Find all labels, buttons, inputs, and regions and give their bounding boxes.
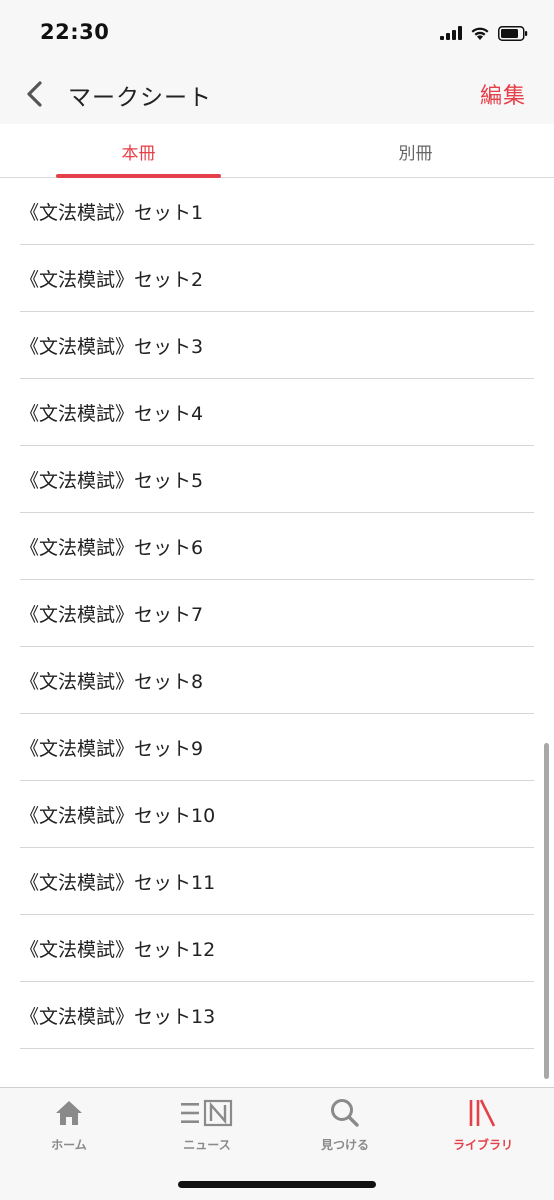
cellular-signal-icon bbox=[440, 26, 462, 40]
list-item-label: 《文法模試》セット7 bbox=[20, 603, 204, 626]
tab-bar-item-discover[interactable]: 見つける bbox=[276, 1096, 414, 1156]
list-item-label: 《文法模試》セット5 bbox=[20, 469, 204, 492]
home-indicator[interactable] bbox=[178, 1181, 376, 1188]
list-item-set-10[interactable]: 《文法模試》セット10 bbox=[20, 781, 534, 848]
list-item-label: 《文法模試》セット9 bbox=[20, 737, 204, 760]
tab-bar-item-home[interactable]: ホーム bbox=[0, 1096, 138, 1156]
list-item-label: 《文法模試》セット6 bbox=[20, 536, 204, 559]
home-icon bbox=[56, 1101, 82, 1125]
list-item-set-4[interactable]: 《文法模試》セット4 bbox=[20, 379, 534, 446]
tab-bar-label: ホーム bbox=[51, 1138, 87, 1152]
tab-bar-item-library[interactable]: ライブラリ bbox=[414, 1096, 552, 1156]
chevron-left-icon bbox=[27, 81, 42, 107]
page-title: マークシート bbox=[68, 85, 212, 111]
list-item-set-2[interactable]: 《文法模試》セット2 bbox=[20, 245, 534, 312]
list-item-label: 《文法模試》セット2 bbox=[20, 268, 204, 291]
tab-bar-item-news[interactable]: ニュース bbox=[138, 1096, 276, 1156]
search-icon bbox=[331, 1099, 359, 1127]
back-button[interactable] bbox=[18, 76, 54, 112]
list-item-label: 《文法模試》セット11 bbox=[20, 871, 216, 894]
list-item-set-8[interactable]: 《文法模試》セット8 bbox=[20, 647, 534, 714]
mark-sheet-list: 《文法模試》セット1 《文法模試》セット2 《文法模試》セット3 《文法模試》セ… bbox=[0, 178, 554, 1049]
tab-bar-label: 見つける bbox=[320, 1138, 369, 1152]
list-item-label: 《文法模試》セット10 bbox=[20, 804, 216, 827]
list-item-set-1[interactable]: 《文法模試》セット1 bbox=[20, 178, 534, 245]
list-item-label: 《文法模試》セット3 bbox=[20, 335, 204, 358]
list-item-set-12[interactable]: 《文法模試》セット12 bbox=[20, 915, 534, 982]
list-item-set-5[interactable]: 《文法模試》セット5 bbox=[20, 446, 534, 513]
news-icon bbox=[181, 1099, 233, 1127]
status-time: 22:30 bbox=[40, 20, 110, 44]
segment-tabs: 本冊 別冊 bbox=[0, 124, 554, 178]
wifi-icon bbox=[471, 27, 489, 40]
list-item-label: 《文法模試》セット8 bbox=[20, 670, 204, 693]
list-item-label: 《文法模試》セット4 bbox=[20, 402, 204, 425]
screen: 22:30 マークシート 編集 本冊 別冊 《文法模試》セット1 《文法模試》セ… bbox=[0, 0, 554, 1200]
scroll-indicator[interactable] bbox=[544, 743, 549, 1079]
tab-bar-label: ライブラリ bbox=[452, 1138, 513, 1152]
list-item-set-6[interactable]: 《文法模試》セット6 bbox=[20, 513, 534, 580]
library-icon bbox=[469, 1099, 496, 1127]
list-item-label: 《文法模試》セット13 bbox=[20, 1005, 216, 1028]
list-item-label: 《文法模試》セット1 bbox=[20, 201, 204, 224]
status-bar: 22:30 bbox=[0, 0, 554, 64]
list-item-set-11[interactable]: 《文法模試》セット11 bbox=[20, 848, 534, 915]
tab-supplement-book[interactable]: 別冊 bbox=[277, 124, 554, 178]
navigation-bar: マークシート 編集 bbox=[0, 64, 554, 124]
status-icons bbox=[440, 22, 528, 44]
tab-main-book[interactable]: 本冊 bbox=[0, 124, 277, 178]
tab-bar-label: ニュース bbox=[183, 1138, 231, 1152]
edit-button[interactable]: 編集 bbox=[480, 78, 526, 110]
list-item-set-9[interactable]: 《文法模試》セット9 bbox=[20, 714, 534, 781]
battery-icon bbox=[498, 25, 528, 41]
list-item-set-7[interactable]: 《文法模試》セット7 bbox=[20, 580, 534, 647]
list-item-set-13[interactable]: 《文法模試》セット13 bbox=[20, 982, 534, 1049]
list-item-label: 《文法模試》セット12 bbox=[20, 938, 216, 961]
list-item-set-3[interactable]: 《文法模試》セット3 bbox=[20, 312, 534, 379]
